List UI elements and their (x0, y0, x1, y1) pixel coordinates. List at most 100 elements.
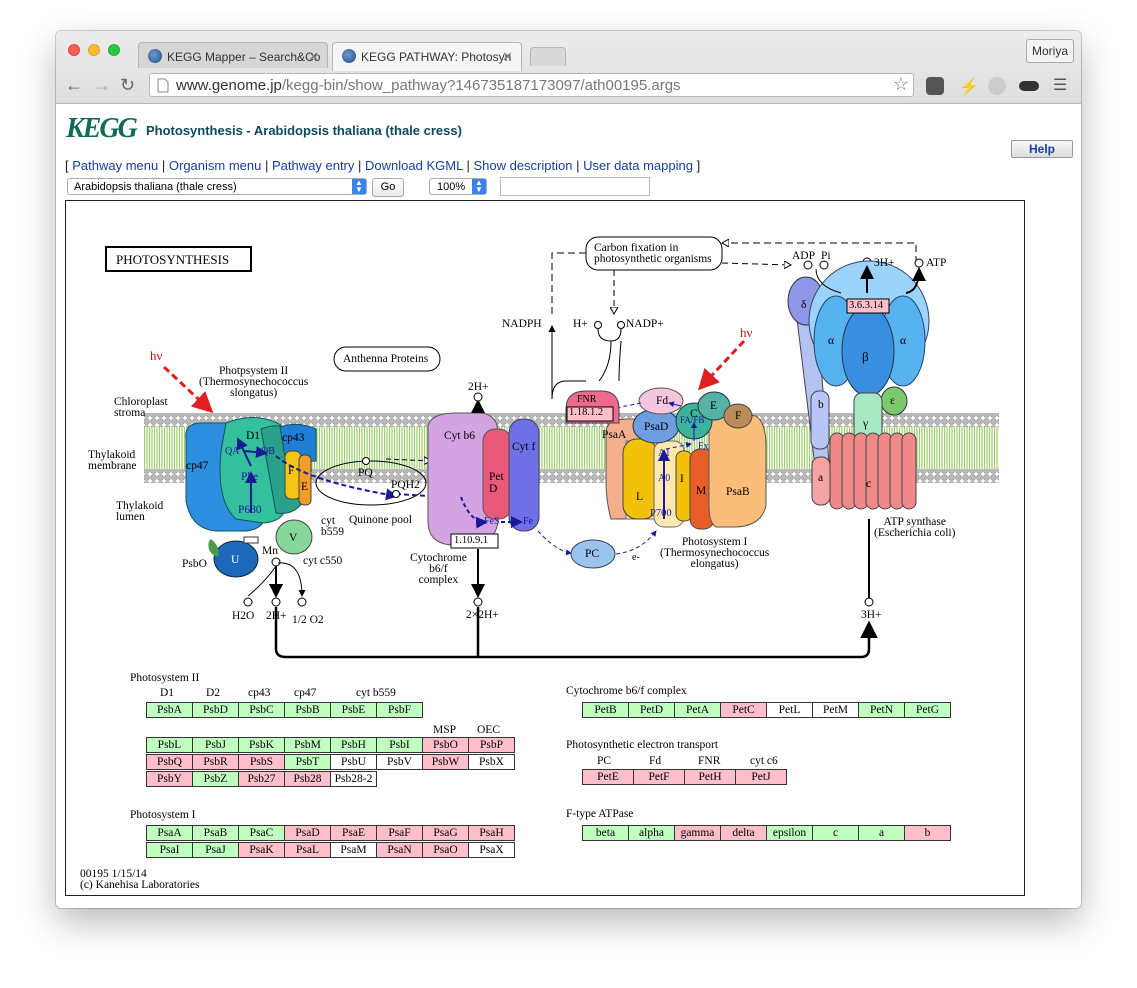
gene-box-psax[interactable]: PsaX (468, 842, 515, 858)
gene-box-psby[interactable]: PsbY (146, 771, 193, 787)
gene-box-psbr[interactable]: PsbR (192, 754, 239, 770)
gene-box-psbk[interactable]: PsbK (238, 737, 285, 753)
lightning-icon[interactable]: ⚡ (959, 77, 979, 96)
gene-box-psbm[interactable]: PsbM (284, 737, 331, 753)
zoom-select[interactable]: 100% ▲ ▼ (429, 178, 487, 195)
search-input[interactable] (500, 177, 650, 196)
gene-box-a[interactable]: a (858, 825, 905, 841)
psal-protein[interactable] (622, 438, 658, 520)
profile-button[interactable]: Moriya (1026, 39, 1074, 63)
gene-box-psbt[interactable]: PsbT (284, 754, 331, 770)
gene-box-psbc[interactable]: PsbC (238, 702, 285, 718)
psbo-protein[interactable] (208, 539, 219, 557)
forward-icon[interactable]: → (93, 75, 111, 96)
gene-box-psal[interactable]: PsaL (284, 842, 331, 858)
gene-box-psbf[interactable]: PsbF (376, 702, 423, 718)
gene-box-epsilon[interactable]: epsilon (766, 825, 813, 841)
gene-box-psan[interactable]: PsaN (376, 842, 423, 858)
help-button[interactable]: Help (1011, 140, 1073, 158)
gene-box-psbv[interactable]: PsbV (376, 754, 423, 770)
gene-box-gamma[interactable]: gamma (674, 825, 721, 841)
gene-box-psac[interactable]: PsaC (238, 825, 285, 841)
gene-box-psak[interactable]: PsaK (238, 842, 285, 858)
ec-cyt-label[interactable]: 1.10.9.1 (454, 535, 488, 546)
show-description-link[interactable]: Show description (473, 158, 572, 173)
carbon-fixation-label[interactable]: Carbon fixation in photosynthetic organi… (594, 242, 712, 265)
bookmark-star-icon[interactable]: ☆ (893, 74, 909, 95)
gene-box-psaf[interactable]: PsaF (376, 825, 423, 841)
new-tab-button[interactable] (530, 47, 566, 66)
gene-box-delta[interactable]: delta (720, 825, 767, 841)
gene-box-peta[interactable]: PetA (674, 702, 721, 718)
gene-box-petn[interactable]: PetN (858, 702, 905, 718)
gene-box-psb28-2[interactable]: Psb28-2 (330, 771, 377, 787)
gene-box-psam[interactable]: PsaM (330, 842, 377, 858)
gene-box-psao[interactable]: PsaO (422, 842, 469, 858)
reload-icon[interactable]: ↻ (120, 75, 135, 96)
gene-box-psbz[interactable]: PsbZ (192, 771, 239, 787)
psab-protein[interactable] (708, 412, 767, 528)
antenna-label[interactable]: Anthenna Proteins (343, 353, 428, 365)
close-tab-icon[interactable]: ✕ (308, 49, 319, 65)
gene-box-psai[interactable]: PsaI (146, 842, 193, 858)
gene-box-psbh[interactable]: PsbH (330, 737, 377, 753)
atp-c-ring[interactable] (829, 432, 917, 510)
address-bar[interactable]: www.genome.jp/kegg-bin/show_pathway?1467… (149, 73, 914, 97)
pathway-menu-link[interactable]: Pathway menu (72, 158, 158, 173)
organism-menu-link[interactable]: Organism menu (169, 158, 261, 173)
gene-box-petd[interactable]: PetD (628, 702, 675, 718)
kegg-logo[interactable]: KEGG (66, 113, 138, 145)
gene-box-petg[interactable]: PetG (904, 702, 951, 718)
gene-box-pete[interactable]: PetE (582, 769, 634, 785)
gene-box-beta[interactable]: beta (582, 825, 629, 841)
gene-box-psbb[interactable]: PsbB (284, 702, 331, 718)
gene-box-psab[interactable]: PsaB (192, 825, 239, 841)
menu-icon[interactable]: ☰ (1053, 75, 1071, 94)
close-window-button[interactable] (68, 44, 80, 56)
gene-box-petc[interactable]: PetC (720, 702, 767, 718)
gene-box-psae[interactable]: PsaE (330, 825, 377, 841)
gene-box-psb28[interactable]: Psb28 (284, 771, 331, 787)
gene-box-psbx[interactable]: PsbX (468, 754, 515, 770)
go-button[interactable]: Go (372, 178, 404, 197)
gene-box-psbd[interactable]: PsbD (192, 702, 239, 718)
gene-box-psb27[interactable]: Psb27 (238, 771, 285, 787)
gene-box-psbp[interactable]: PsbP (468, 737, 515, 753)
pathway-entry-link[interactable]: Pathway entry (272, 158, 354, 173)
gene-box-psaa[interactable]: PsaA (146, 825, 193, 841)
user-data-mapping-link[interactable]: User data mapping (583, 158, 693, 173)
cytf-protein[interactable] (508, 418, 540, 532)
gene-box-psbj[interactable]: PsbJ (192, 737, 239, 753)
extension-icon[interactable] (926, 77, 944, 95)
gene-box-psbl[interactable]: PsbL (146, 737, 193, 753)
gene-box-psbe[interactable]: PsbE (330, 702, 377, 718)
gene-box-psbu[interactable]: PsbU (330, 754, 377, 770)
gene-box-petf[interactable]: PetF (633, 769, 685, 785)
gene-box-psbs[interactable]: PsbS (238, 754, 285, 770)
close-tab-icon[interactable]: ✕ (502, 49, 513, 65)
download-kgml-link[interactable]: Download KGML (365, 158, 463, 173)
gene-box-peth[interactable]: PetH (684, 769, 736, 785)
gene-box-petl[interactable]: PetL (766, 702, 813, 718)
gene-box-psad[interactable]: PsaD (284, 825, 331, 841)
ec-atp-label[interactable]: 3.6.3.14 (849, 300, 883, 311)
drive-icon[interactable] (988, 77, 1006, 95)
gene-box-psaj[interactable]: PsaJ (192, 842, 239, 858)
gene-box-psbo[interactable]: PsbO (422, 737, 469, 753)
zoom-window-button[interactable] (108, 44, 120, 56)
back-icon[interactable]: ← (65, 75, 83, 96)
ec-fnr-label[interactable]: 1.18.1.2 (569, 407, 603, 418)
gene-box-petj[interactable]: PetJ (735, 769, 787, 785)
incognito-icon[interactable] (1019, 81, 1039, 91)
gene-box-psba[interactable]: PsbA (146, 702, 193, 718)
gene-box-b[interactable]: b (904, 825, 951, 841)
gene-box-psah[interactable]: PsaH (468, 825, 515, 841)
tab-kegg-mapper[interactable]: KEGG Mapper – Search&Co ✕ (138, 42, 328, 68)
gene-box-petb[interactable]: PetB (582, 702, 629, 718)
gene-box-petm[interactable]: PetM (812, 702, 859, 718)
gene-box-psbw[interactable]: PsbW (422, 754, 469, 770)
minimize-window-button[interactable] (88, 44, 100, 56)
gene-box-c[interactable]: c (812, 825, 859, 841)
gene-box-psag[interactable]: PsaG (422, 825, 469, 841)
psbe-protein[interactable] (298, 454, 312, 506)
